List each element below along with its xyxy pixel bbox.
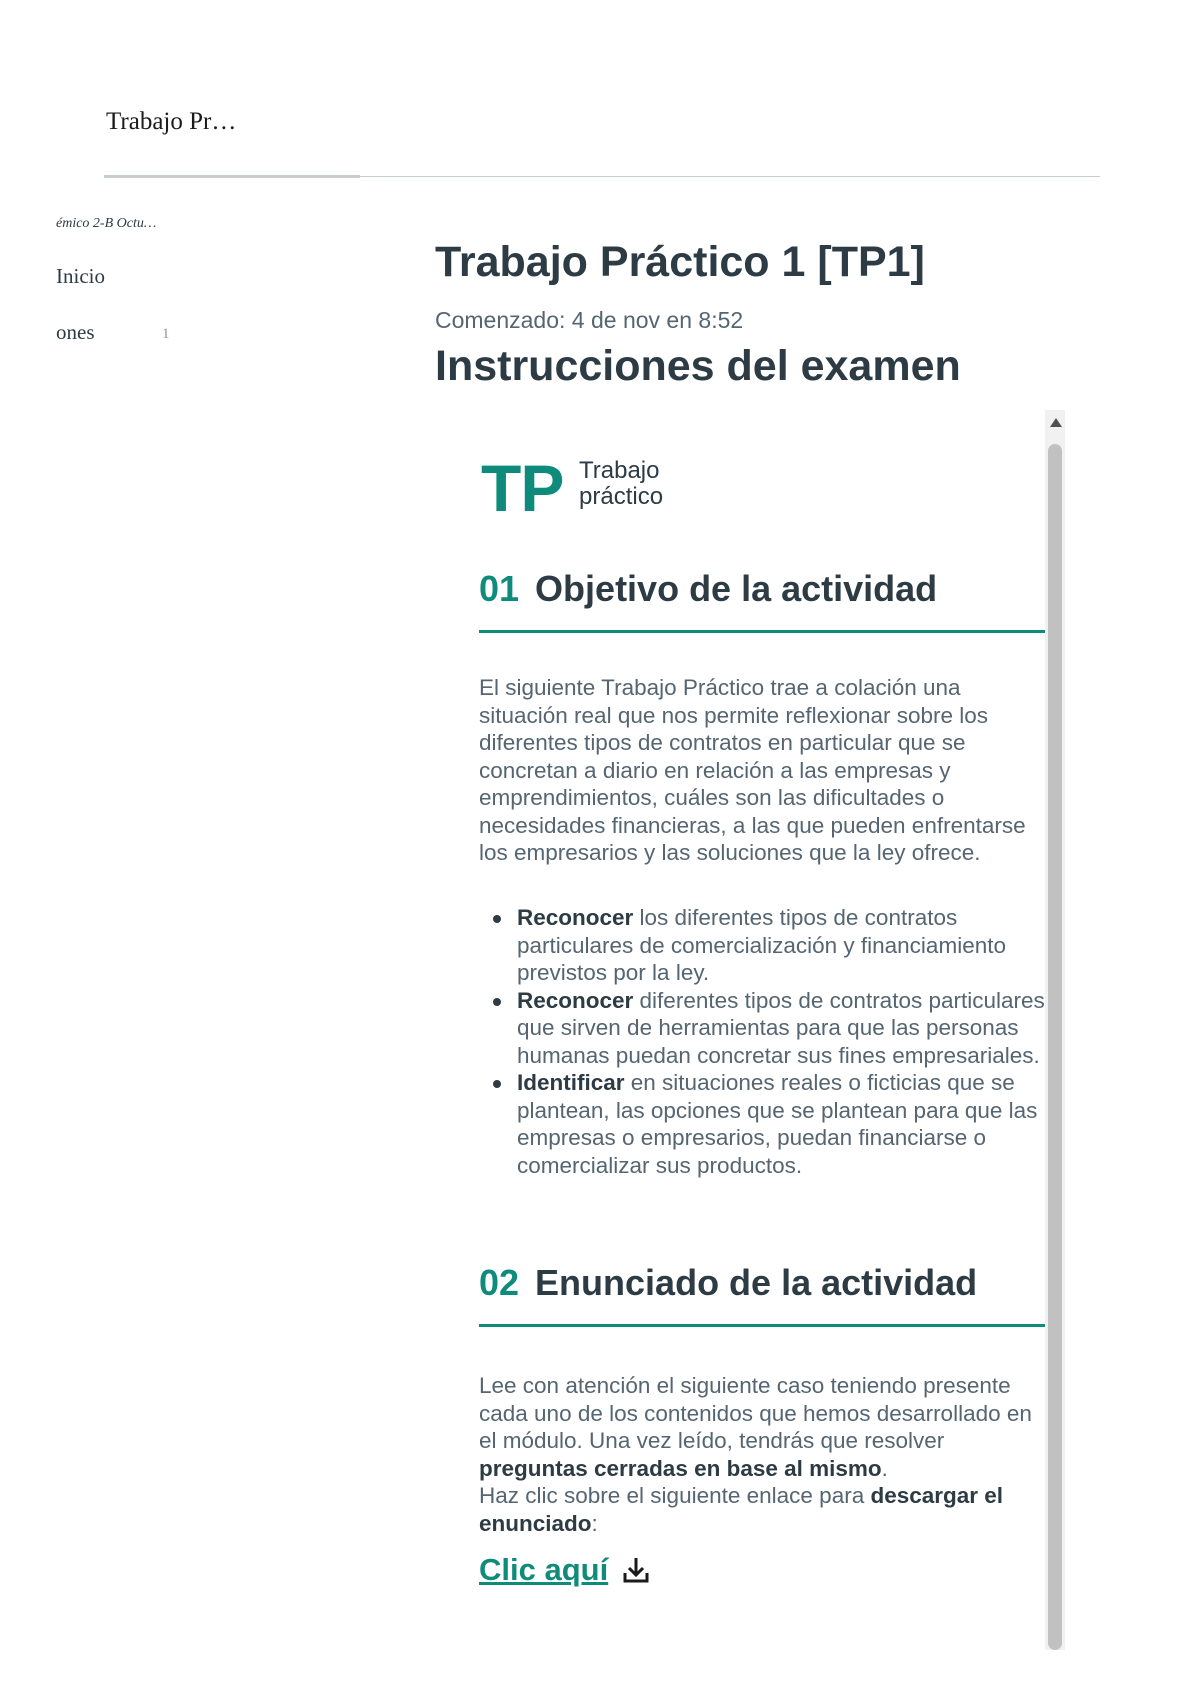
section-divider xyxy=(479,630,1045,633)
section-title: Enunciado de la actividad xyxy=(535,1262,978,1303)
tp-logo-letters: TP xyxy=(481,451,564,525)
sidebar-item-ones[interactable]: ones xyxy=(56,320,95,345)
download-icon[interactable] xyxy=(623,1556,649,1584)
section-number: 02 xyxy=(479,1262,520,1303)
section-title: Objetivo de la actividad xyxy=(535,568,938,609)
page-title: Trabajo Práctico 1 [TP1] xyxy=(435,238,925,286)
list-item: Reconocer los diferentes tipos de contra… xyxy=(479,904,1045,987)
list-item-verb: Reconocer xyxy=(517,905,634,930)
scroll-up-arrow-icon[interactable] xyxy=(1050,418,1062,427)
instructions-heading: Instrucciones del examen xyxy=(435,342,961,390)
download-link[interactable]: Clic aquí xyxy=(479,1552,608,1588)
objective-paragraph: El siguiente Trabajo Práctico trae a col… xyxy=(479,675,1026,865)
list-item: Identificar en situaciones reales o fict… xyxy=(479,1069,1045,1179)
scrollbar-thumb[interactable] xyxy=(1048,444,1062,1650)
list-item-verb: Identificar xyxy=(517,1070,625,1095)
section-heading-objetivo: 01 Objetivo de la actividad xyxy=(479,568,937,610)
section-divider xyxy=(479,1324,1045,1327)
sidebar-item-badge: 1 xyxy=(162,326,170,342)
sidebar-course-name[interactable]: émico 2-B Octu… xyxy=(56,216,156,232)
header-divider xyxy=(104,176,1100,177)
sidebar-item-inicio[interactable]: Inicio xyxy=(56,264,105,289)
statement-paragraph: Lee con atención el siguiente caso tenie… xyxy=(479,1372,1045,1537)
instructions-frame[interactable]: TP Trabajo práctico 01 Objetivo de la act… xyxy=(445,410,1045,1650)
tp-logo-line1: Trabajo xyxy=(579,457,660,484)
tp-logo-line2: práctico xyxy=(579,483,664,510)
page-header-title: Trabajo Pr… xyxy=(106,108,237,135)
section-number: 01 xyxy=(479,568,520,609)
download-end: : xyxy=(591,1510,598,1536)
objectives-list: Reconocer los diferentes tipos de contra… xyxy=(479,904,1045,1179)
tp-logo-text: Trabajo práctico xyxy=(579,458,663,510)
statement-text: Lee con atención el siguiente caso tenie… xyxy=(479,1373,1032,1453)
download-instruction: Haz clic sobre el siguiente enlace para xyxy=(479,1483,871,1508)
statement-emphasis: preguntas cerradas en base al mismo xyxy=(479,1455,882,1481)
statement-end: . xyxy=(881,1455,888,1481)
list-item: Reconocer diferentes tipos de contratos … xyxy=(479,987,1045,1070)
section-heading-enunciado: 02 Enunciado de la actividad xyxy=(479,1262,977,1304)
list-item-verb: Reconocer xyxy=(517,987,634,1013)
started-timestamp: Comenzado: 4 de nov en 8:52 xyxy=(435,307,744,333)
